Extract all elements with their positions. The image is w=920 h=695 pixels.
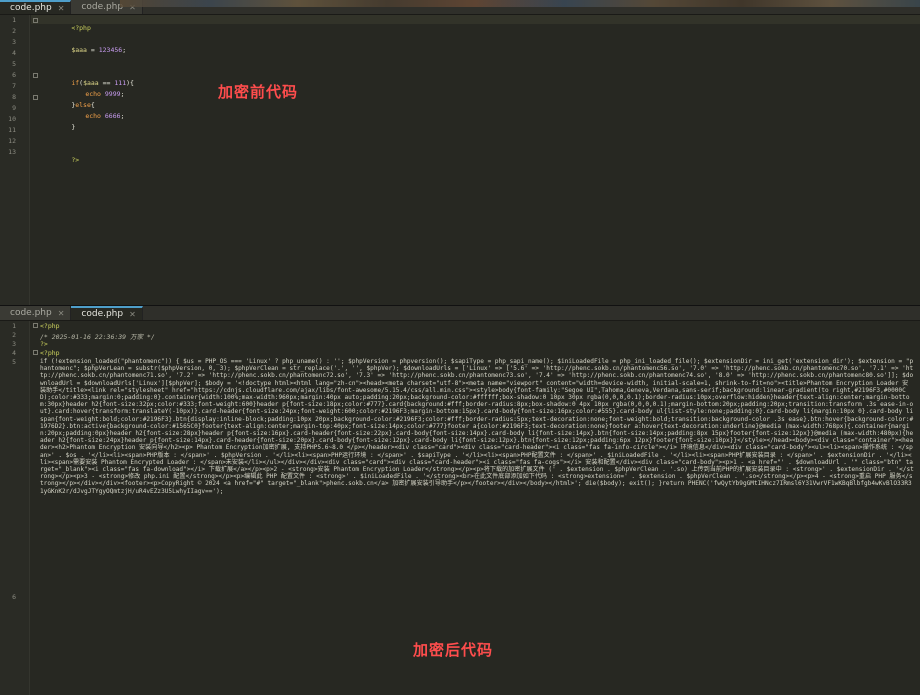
variable: $aaa [71, 46, 87, 54]
operator: = [86, 46, 99, 54]
line-number: 5 [12, 358, 16, 366]
fold-marker-icon[interactable] [33, 73, 38, 78]
close-icon[interactable]: ✕ [58, 309, 65, 318]
after-encryption-label: 加密后代码 [413, 641, 494, 659]
code-line-3: $aaa = 123456; [40, 38, 126, 62]
line-number-gutter: 1 2 3 4 5 6 7 8 9 10 11 12 13 [0, 15, 30, 305]
number-literal: 9999 [100, 90, 121, 98]
top-tab-bar: code.php ✕ code.php ✕ [0, 0, 920, 15]
comment: /* 2025-01-16 22:36:39 万家 */ [40, 333, 155, 341]
fold-marker-icon[interactable] [33, 350, 38, 355]
encrypted-code-block: if (!extension_loaded("phantomenc")) { $… [40, 358, 914, 495]
line-number: 5 [12, 60, 16, 68]
tab-code-php-1[interactable]: code.php ✕ [0, 306, 72, 320]
line-number: 6 [12, 593, 16, 601]
line-number-gutter: 1 2 3 4 5 6 [0, 321, 30, 695]
php-open-tag: <?php [71, 24, 91, 32]
line-number: 13 [8, 148, 16, 156]
bottom-tab-bar: code.php ✕ code.php ✕ [0, 306, 920, 321]
before-encryption-label: 加密前代码 [218, 83, 299, 101]
semicolon: ; [120, 112, 125, 120]
line-number: 2 [12, 27, 16, 35]
tab-label: code.php [10, 308, 52, 318]
line-number: 7 [12, 82, 16, 90]
semicolon: ; [120, 90, 125, 98]
number-literal: 6666 [100, 112, 121, 120]
punct: ){ [126, 79, 134, 87]
keyword: echo [85, 112, 101, 120]
line-number: 4 [12, 49, 16, 57]
top-code-editor[interactable]: 1 2 3 4 5 6 7 8 9 10 11 12 13 <?php $aaa… [0, 15, 920, 305]
code-line-1: <?php [40, 322, 60, 330]
php-open-tag: <?php [40, 322, 60, 330]
tab-label: code.php [81, 2, 124, 12]
semicolon: ; [122, 46, 127, 54]
code-line-1: <?php [40, 16, 91, 40]
code-line-2: /* 2025-01-16 22:36:39 万家 */ [40, 331, 155, 341]
bottom-editor-pane: code.php ✕ code.php ✕ 1 2 3 4 5 6 <?php … [0, 305, 920, 695]
decorative-banner [120, 0, 920, 7]
code-line-3: ?> [40, 340, 48, 348]
line-number: 1 [12, 16, 16, 24]
line-number: 12 [8, 137, 16, 145]
php-close-tag: ?> [40, 340, 48, 348]
top-editor-pane: code.php ✕ code.php ✕ 1 2 3 4 5 6 7 8 9 … [0, 0, 920, 305]
bottom-code-editor[interactable]: 1 2 3 4 5 6 <?php /* 2025-01-16 22:36:39… [0, 321, 920, 695]
tab-code-php-1[interactable]: code.php ✕ [0, 0, 72, 14]
code-line-4: <?php [40, 349, 60, 357]
code-line-13: ?> [40, 148, 79, 172]
close-icon[interactable]: ✕ [129, 310, 136, 319]
line-number: 2 [12, 331, 16, 339]
line-number: 8 [12, 93, 16, 101]
punct: } [71, 123, 76, 131]
code-line-9: } [40, 115, 75, 139]
php-open-tag: <?php [40, 349, 60, 357]
close-icon[interactable]: ✕ [58, 4, 65, 13]
tab-code-php-2[interactable]: code.php ✕ [71, 306, 143, 320]
fold-marker-icon[interactable] [33, 95, 38, 100]
fold-marker-icon[interactable] [33, 323, 38, 328]
line-number: 1 [12, 322, 16, 330]
line-number: 3 [12, 38, 16, 46]
php-close-tag: ?> [71, 156, 80, 164]
tab-label: code.php [81, 309, 124, 319]
line-number: 4 [12, 349, 16, 357]
tab-label: code.php [10, 3, 52, 13]
current-line-highlight [31, 15, 920, 24]
fold-marker-icon[interactable] [33, 18, 38, 23]
line-number: 3 [12, 340, 16, 348]
line-number: 6 [12, 71, 16, 79]
line-number: 9 [12, 104, 16, 112]
number-literal: 123456 [98, 46, 123, 54]
line-number: 10 [8, 115, 16, 123]
line-number: 11 [8, 126, 16, 134]
